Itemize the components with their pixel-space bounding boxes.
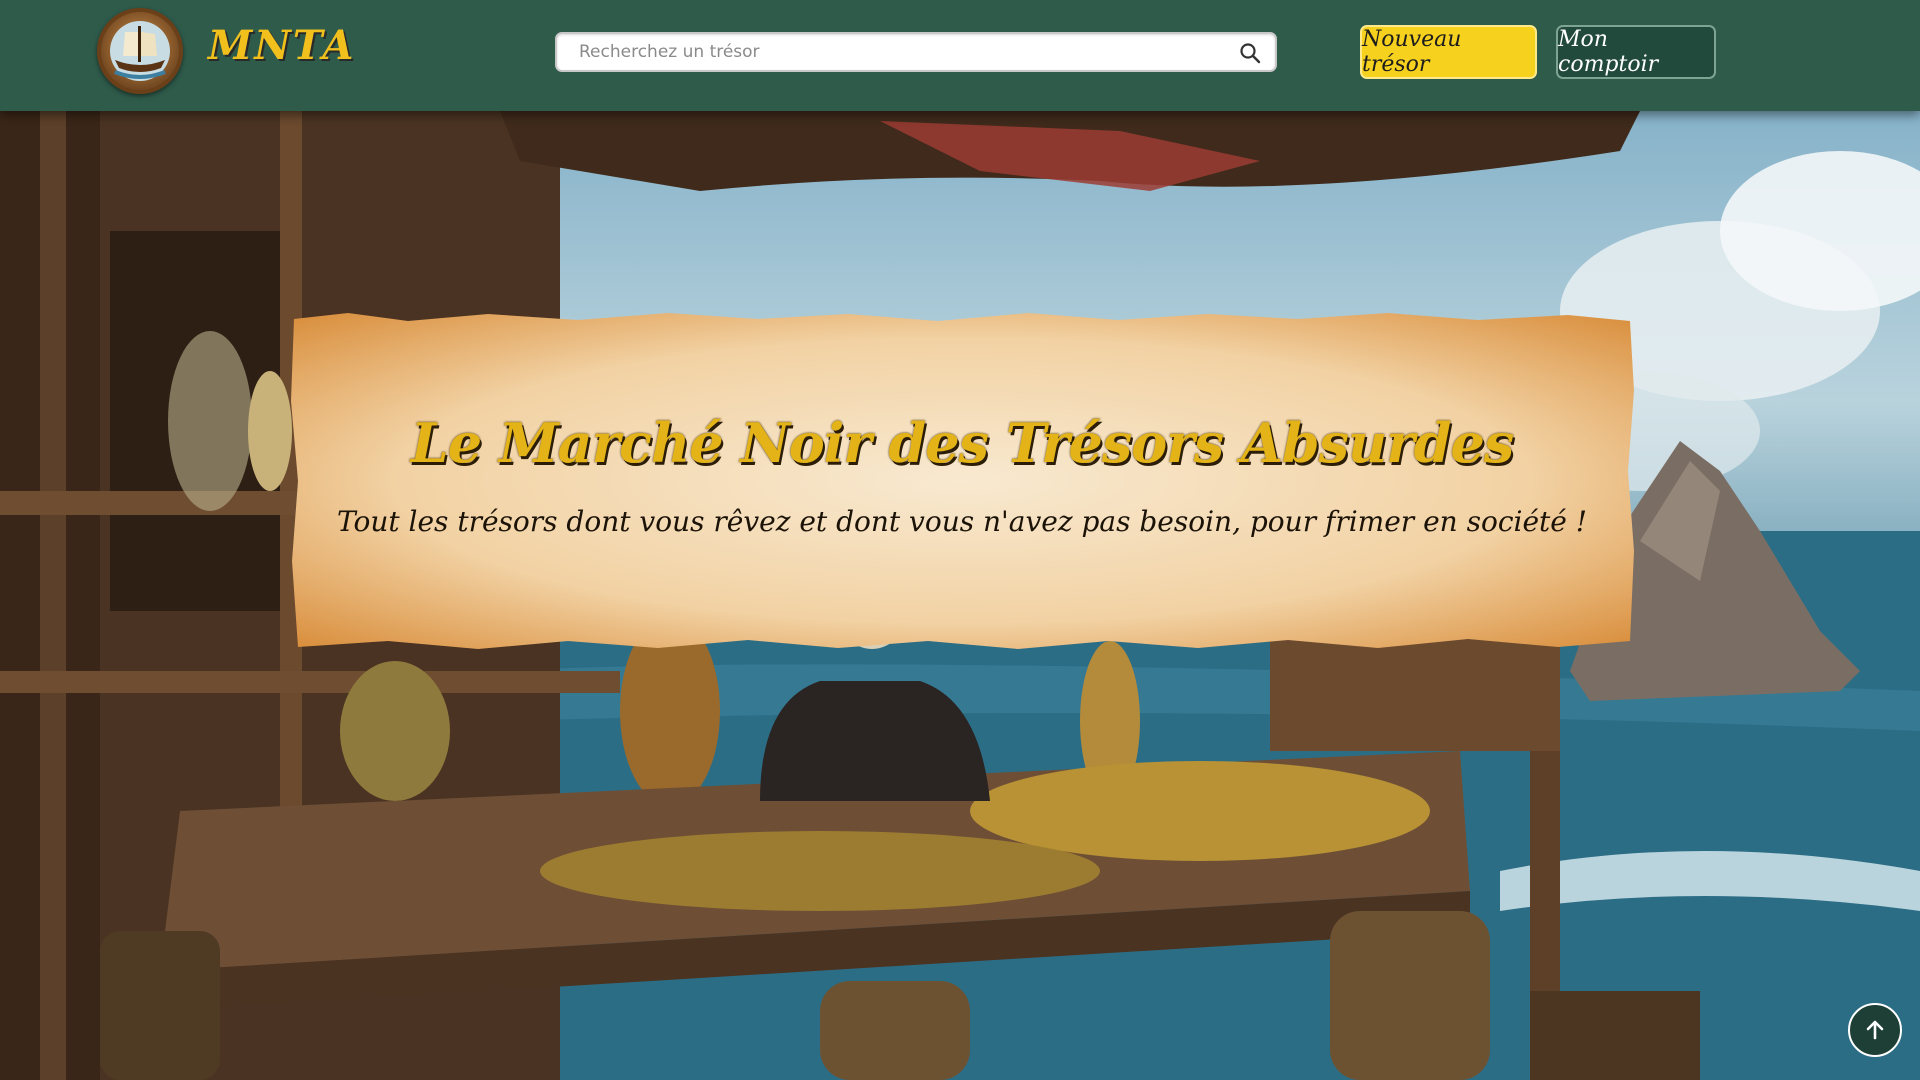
top-navbar: MNTA Nouveau trésor Mon comptoir <box>0 0 1920 111</box>
new-treasure-button[interactable]: Nouveau trésor <box>1360 25 1537 79</box>
pirate-ship-emblem-icon[interactable] <box>97 8 183 94</box>
search-input[interactable] <box>579 34 1219 70</box>
hero-title: Le Marché Noir des Trésors Absurdes <box>410 411 1515 475</box>
hero-subtitle: Tout les trésors dont vous rêvez et dont… <box>336 505 1588 538</box>
site-logo-text[interactable]: MNTA <box>208 22 355 69</box>
arrow-up-icon <box>1866 1020 1884 1040</box>
hero-banner: Le Marché Noir des Trésors Absurdes Tout… <box>0 111 1920 1080</box>
my-account-button[interactable]: Mon comptoir <box>1556 25 1716 79</box>
search-icon[interactable] <box>1239 42 1261 64</box>
search-bar <box>555 32 1277 72</box>
scroll-to-top-button[interactable] <box>1848 1003 1902 1057</box>
title-parchment-banner: Le Marché Noir des Trésors Absurdes Tout… <box>288 311 1636 650</box>
